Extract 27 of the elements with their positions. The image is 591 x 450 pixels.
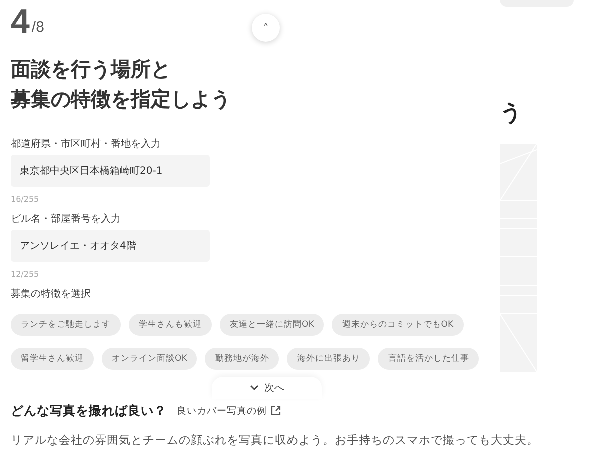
- feature-chip[interactable]: 海外に出張あり: [287, 348, 370, 370]
- page-title: 募集の特徴を指定しよう: [11, 86, 231, 113]
- example-link[interactable]: 良いカバー写真の例: [177, 404, 281, 418]
- step-number: 4: [11, 4, 30, 40]
- input-field[interactable]: アンソレイエ・オオタ4階: [11, 230, 210, 262]
- character-count: 16/255: [11, 195, 40, 205]
- section-heading: どんな写真を撮れば良い？: [11, 403, 167, 419]
- step-total: /8: [32, 18, 44, 38]
- features-label: 募集の特徴を選択: [11, 289, 92, 301]
- field-label: ビル名・部屋番号を入力: [11, 214, 122, 226]
- field-label: 都道府県・市区町村・番地を入力: [11, 139, 162, 151]
- input-field[interactable]: 東京都中央区日本橋箱崎町20-1: [11, 155, 210, 187]
- feature-chip[interactable]: 学生さんも歓迎: [129, 314, 212, 336]
- character-count: 12/255: [11, 270, 40, 280]
- feature-chip[interactable]: ランチをご馳走します: [11, 314, 121, 336]
- feature-chip[interactable]: 勤務地が海外: [205, 348, 280, 370]
- feature-chip[interactable]: 友達と一緒に訪問OK: [220, 314, 324, 336]
- next-button[interactable]: 次へ: [212, 377, 322, 399]
- external-link-icon: [271, 406, 281, 416]
- chevron-down-icon: [250, 385, 258, 391]
- help-text: リアルな会社の雰囲気とチームの顔ぶれを写真に収めよう。お手持ちのスマホで撮っても大丈夫。: [11, 433, 539, 447]
- feature-chip[interactable]: 言語を活かした仕事: [378, 348, 480, 370]
- feature-chip[interactable]: 週末からのコミットでもOK: [332, 314, 464, 336]
- feature-chip[interactable]: 留学生さん歓迎: [11, 348, 94, 370]
- feature-chip[interactable]: オンライン面談OK: [102, 348, 198, 370]
- background-heading: う: [500, 101, 523, 127]
- page-title: 面談を行う場所と: [11, 56, 171, 83]
